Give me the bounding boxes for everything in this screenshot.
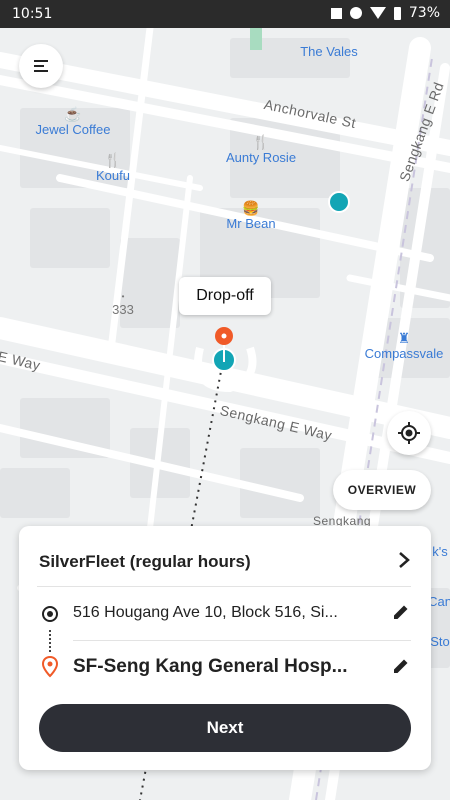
- poi-edge-sto: Sto: [430, 634, 450, 649]
- notification-square-icon: [330, 7, 342, 19]
- poi-edge-ks: k's: [432, 544, 448, 559]
- fork-knife-icon: 🍴: [104, 152, 122, 168]
- my-location-button[interactable]: [387, 411, 431, 455]
- edit-pencil-icon[interactable]: [391, 656, 411, 676]
- booking-card: SilverFleet (regular hours) 516 Hougang …: [19, 526, 431, 770]
- dropoff-address: SF-Seng Kang General Hosp...: [73, 656, 348, 677]
- dropoff-row[interactable]: SF-Seng Kang General Hosp...: [19, 642, 431, 692]
- burger-icon: 🍔: [242, 200, 260, 216]
- next-button[interactable]: Next: [39, 704, 411, 752]
- record-circle-icon: [349, 7, 362, 19]
- divider: [37, 586, 411, 587]
- status-time: 10:51: [12, 6, 53, 22]
- status-bar: 10:51 73%: [0, 0, 450, 28]
- chevron-right-icon: [399, 552, 410, 568]
- crosshair-location-icon: [398, 422, 420, 444]
- dot-icon: •: [121, 292, 125, 301]
- status-icons: 73%: [330, 5, 440, 21]
- pickup-address: 516 Hougang Ave 10, Block 516, Si...: [73, 604, 338, 621]
- hamburger-menu-icon: [34, 60, 48, 72]
- edit-pencil-icon[interactable]: [391, 602, 411, 622]
- overview-button[interactable]: OVERVIEW: [333, 470, 431, 510]
- wifi-icon: [369, 7, 386, 19]
- poi-aunty-rosie[interactable]: 🍴 Aunty Rosie: [226, 134, 296, 165]
- menu-button[interactable]: [19, 44, 63, 88]
- poi-333[interactable]: • 333: [112, 292, 134, 317]
- dropoff-tooltip: Drop-off: [179, 277, 271, 315]
- poi-jewel-coffee[interactable]: ☕ Jewel Coffee: [36, 106, 111, 137]
- dropoff-pin-icon: [41, 656, 59, 678]
- poi-mr-bean[interactable]: 🍔 Mr Bean: [226, 200, 275, 231]
- poi-edge-can: Can: [428, 594, 450, 609]
- poi-compassvale[interactable]: ♜ Compassvale: [365, 330, 444, 361]
- poi-the-vales[interactable]: The Vales: [300, 44, 358, 59]
- poi-koufu[interactable]: 🍴 Koufu: [96, 152, 130, 183]
- castle-icon: ♜: [397, 330, 411, 346]
- fork-knife-icon: 🍴: [252, 134, 270, 150]
- divider: [73, 640, 411, 641]
- service-selector[interactable]: SilverFleet (regular hours): [19, 526, 431, 586]
- pickup-target-icon: [42, 606, 58, 622]
- service-name: SilverFleet (regular hours): [39, 552, 251, 571]
- coffee-cup-icon: ☕: [64, 106, 82, 122]
- pickup-row[interactable]: 516 Hougang Ave 10, Block 516, Si...: [19, 588, 431, 638]
- battery-percent: 73%: [408, 5, 440, 21]
- battery-icon: [393, 6, 401, 20]
